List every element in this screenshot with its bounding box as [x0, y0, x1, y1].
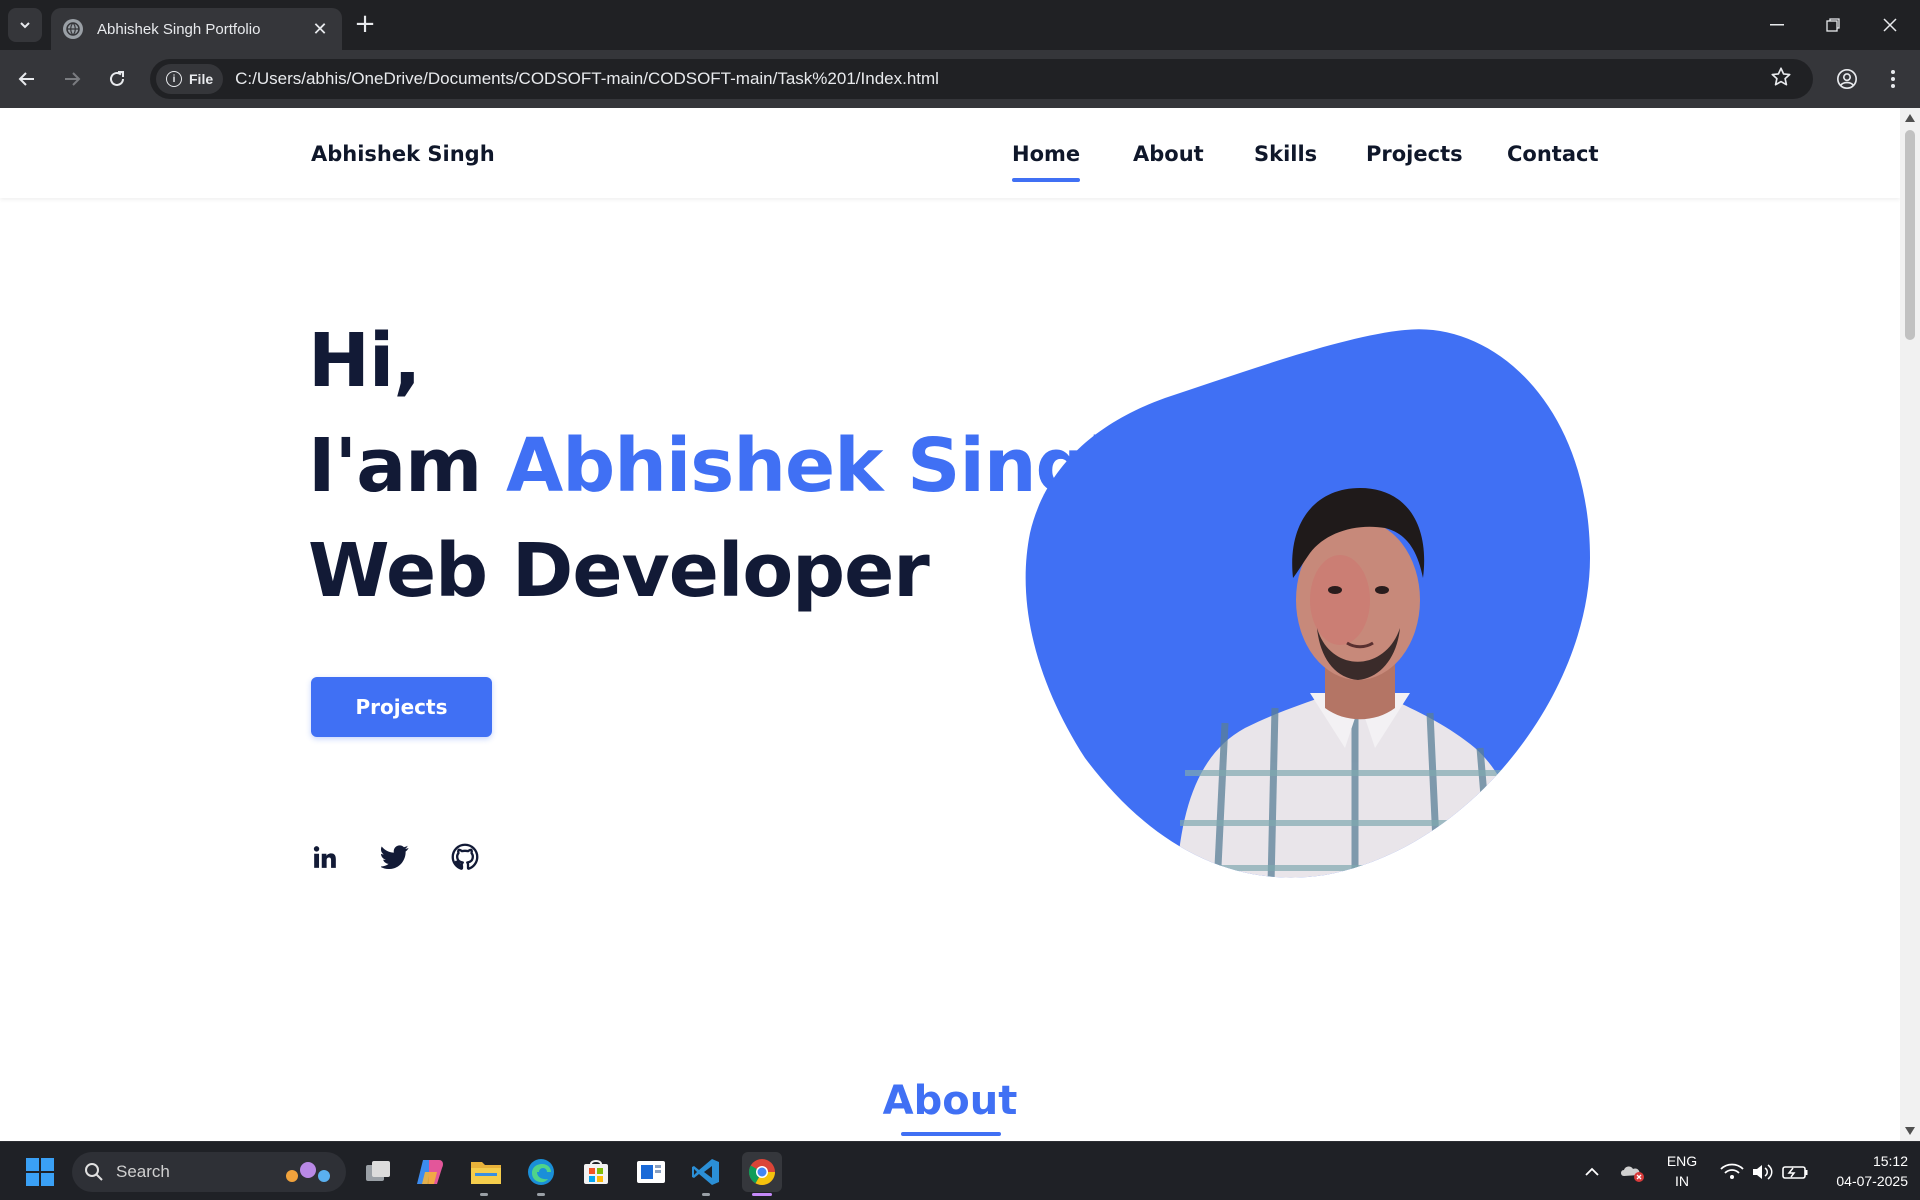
edge-icon: [528, 1159, 554, 1185]
scrollbar-thumb[interactable]: [1905, 130, 1915, 340]
back-button[interactable]: [11, 63, 43, 95]
clock-date: 04-07-2025: [1836, 1173, 1908, 1189]
url-text[interactable]: C:/Users/abhis/OneDrive/Documents/CODSOF…: [235, 69, 939, 89]
site-info-label: File: [189, 71, 214, 87]
github-icon: [451, 843, 479, 870]
chrome-icon: [748, 1159, 776, 1186]
star-icon: [1771, 67, 1791, 86]
chevron-down-icon: [20, 22, 30, 29]
minimize-icon: [1770, 24, 1784, 26]
forward-button[interactable]: [56, 63, 88, 95]
tab-title: Abhishek Singh Portfolio: [97, 20, 261, 38]
minimize-button[interactable]: [1749, 0, 1805, 50]
tab-search-button[interactable]: [8, 8, 42, 42]
reload-button[interactable]: [101, 63, 133, 95]
network-volume-battery-icons: [1720, 1163, 1808, 1180]
hero-role: Web Developer: [308, 528, 930, 614]
arrow-right-icon: [65, 72, 81, 86]
linkedin-link[interactable]: [310, 842, 340, 872]
copilot-icon: [417, 1160, 443, 1184]
copilot-app[interactable]: [410, 1152, 450, 1192]
github-link[interactable]: [450, 842, 480, 872]
language-line-2: IN: [1675, 1173, 1689, 1189]
browser-titlebar: Abhishek Singh Portfolio ✕ +: [0, 0, 1920, 50]
page-scrollbar[interactable]: [1900, 108, 1920, 1141]
info-icon: i: [166, 71, 182, 87]
tab-close-icon[interactable]: ✕: [310, 19, 330, 40]
vscode-app[interactable]: [686, 1152, 726, 1192]
profile-icon: [1837, 69, 1857, 89]
profile-button[interactable]: [1832, 64, 1862, 94]
file-explorer-indicator: [480, 1193, 488, 1196]
search-icon: [85, 1163, 103, 1181]
start-button[interactable]: [20, 1152, 60, 1192]
edge-indicator: [537, 1193, 545, 1196]
windows-logo-icon: [26, 1158, 54, 1186]
task-view-icon: [366, 1161, 390, 1181]
store-icon: [584, 1160, 608, 1184]
news-app[interactable]: [631, 1152, 671, 1192]
hero-intro-prefix: I'am: [308, 423, 482, 509]
site-info-chip[interactable]: i File: [156, 64, 224, 94]
twitter-icon: [381, 845, 409, 869]
new-tab-button[interactable]: +: [352, 11, 378, 38]
task-view-button[interactable]: [358, 1152, 398, 1192]
about-heading: About: [882, 1078, 1018, 1124]
chrome-indicator: [752, 1193, 772, 1196]
vscode-indicator: [702, 1193, 710, 1196]
chevron-up-icon: [1585, 1167, 1599, 1176]
restore-button[interactable]: [1805, 0, 1861, 50]
file-explorer-app[interactable]: [466, 1152, 506, 1192]
news-icon: [637, 1161, 665, 1183]
nav-about[interactable]: About: [1133, 142, 1204, 166]
browser-tab[interactable]: Abhishek Singh Portfolio ✕: [51, 8, 342, 50]
scroll-up-arrow-icon[interactable]: [1905, 114, 1915, 122]
nav-skills[interactable]: Skills: [1254, 142, 1317, 166]
bookmark-star-button[interactable]: [1770, 66, 1792, 92]
reload-icon: [110, 71, 124, 86]
quick-settings-button[interactable]: [1715, 1152, 1815, 1192]
address-bar[interactable]: i File C:/Users/abhis/OneDrive/Documents…: [150, 59, 1813, 99]
hero-intro: I'am Abhishek Singh: [308, 423, 1140, 509]
clock-time: 15:12: [1872, 1153, 1908, 1169]
profile-photo-blob: [1025, 329, 1590, 878]
chrome-app[interactable]: [742, 1152, 782, 1192]
taskbar-search[interactable]: Search: [72, 1152, 346, 1192]
twitter-link[interactable]: [380, 842, 410, 872]
projects-button[interactable]: Projects: [311, 677, 492, 737]
site-header: Abhishek Singh Home About Skills Project…: [0, 108, 1900, 198]
linkedin-icon: [313, 846, 336, 868]
tray-overflow-button[interactable]: [1572, 1152, 1612, 1192]
close-icon: [1883, 18, 1897, 32]
onedrive-tray-button[interactable]: [1612, 1152, 1652, 1192]
hero-image: [1025, 328, 1590, 878]
close-window-button[interactable]: [1862, 0, 1918, 50]
language-indicator[interactable]: ENG IN: [1660, 1151, 1704, 1191]
about-heading-underline: [901, 1132, 1001, 1136]
onedrive-error-icon: [1621, 1166, 1644, 1182]
restore-icon: [1826, 18, 1840, 32]
taskbar-clock[interactable]: 15:12 04-07-2025: [1812, 1151, 1908, 1191]
folder-icon: [471, 1162, 501, 1184]
language-line-1: ENG: [1666, 1153, 1698, 1169]
vscode-icon: [692, 1159, 719, 1185]
scroll-down-arrow-icon[interactable]: [1905, 1127, 1915, 1135]
taskbar-search-label: Search: [116, 1162, 170, 1181]
windows-taskbar: Search ENG IN 15:12 04-07-2025: [0, 1141, 1920, 1200]
hero-greeting: Hi,: [308, 318, 421, 404]
site-logo[interactable]: Abhishek Singh: [311, 142, 495, 166]
nav-contact[interactable]: Contact: [1507, 142, 1599, 166]
globe-icon: [63, 19, 83, 39]
page-viewport: Abhishek Singh Home About Skills Project…: [0, 108, 1900, 1141]
more-vert-icon: [1891, 70, 1895, 88]
nav-home[interactable]: Home: [1012, 142, 1081, 182]
edge-app[interactable]: [521, 1152, 561, 1192]
search-highlight-icon: [286, 1162, 330, 1182]
arrow-left-icon: [18, 72, 34, 86]
nav-projects[interactable]: Projects: [1366, 142, 1463, 166]
store-app[interactable]: [576, 1152, 616, 1192]
browser-menu-button[interactable]: [1878, 64, 1908, 94]
